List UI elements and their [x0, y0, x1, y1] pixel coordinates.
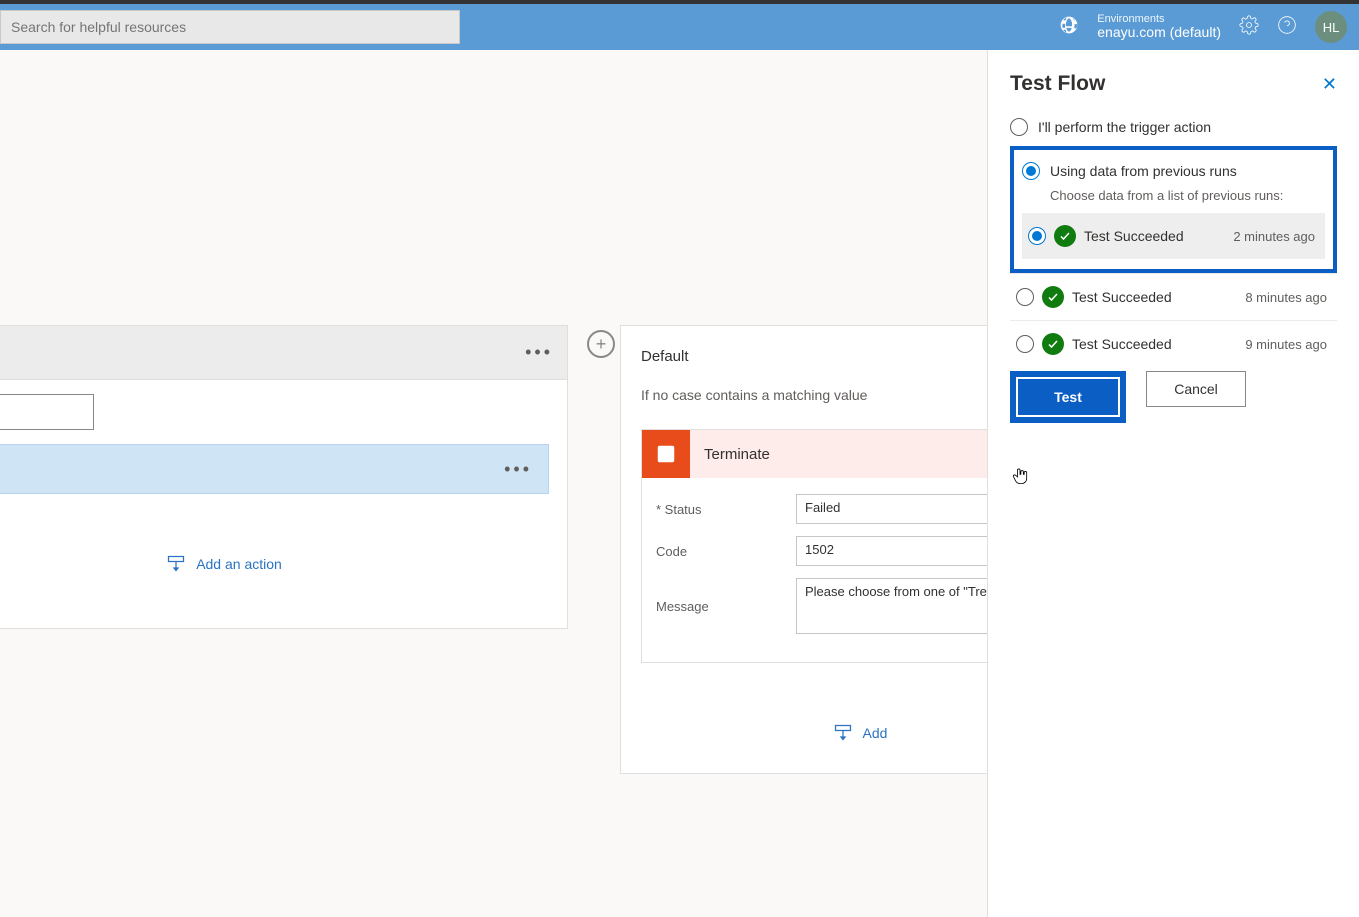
code-label: Code	[656, 544, 796, 559]
option-manual[interactable]: I'll perform the trigger action	[1010, 114, 1337, 140]
run-time: 9 minutes ago	[1245, 337, 1327, 352]
environment-label: Environments	[1097, 13, 1221, 25]
terminate-label: Terminate	[690, 446, 770, 463]
top-bar: Environments enayu.com (default) HL	[0, 0, 1359, 50]
panel-title: Test Flow	[1010, 72, 1105, 96]
success-icon	[1042, 286, 1064, 308]
success-icon	[1042, 333, 1064, 355]
more-icon[interactable]: •••	[504, 459, 532, 480]
trello-action-row[interactable]: e a card •••	[0, 444, 549, 494]
run-label: Test Succeeded	[1072, 289, 1237, 305]
environment-icon	[1059, 15, 1079, 40]
top-right-cluster: Environments enayu.com (default) HL	[1059, 11, 1347, 43]
insert-step-icon	[833, 723, 853, 743]
environment-selector[interactable]: Environments enayu.com (default)	[1097, 13, 1221, 40]
run-time: 2 minutes ago	[1233, 229, 1315, 244]
run-label: Test Succeeded	[1084, 228, 1225, 244]
run-item[interactable]: Test Succeeded 2 minutes ago	[1022, 213, 1325, 259]
add-action-label: Add	[863, 725, 888, 741]
test-flow-panel: Test Flow ✕ I'll perform the trigger act…	[987, 50, 1359, 917]
terminate-icon	[642, 430, 690, 478]
cancel-button[interactable]: Cancel	[1146, 371, 1246, 407]
radio-icon	[1028, 227, 1046, 245]
close-icon[interactable]: ✕	[1322, 74, 1337, 95]
search-input[interactable]	[11, 19, 449, 35]
option-previous-subtext: Choose data from a list of previous runs…	[1050, 188, 1325, 203]
case-value-input[interactable]	[0, 394, 94, 430]
more-icon[interactable]: •••	[525, 342, 553, 363]
run-item[interactable]: Test Succeeded 8 minutes ago	[1010, 273, 1337, 320]
message-label: Message	[656, 599, 796, 614]
insert-step-icon	[166, 554, 186, 574]
radio-icon	[1010, 118, 1028, 136]
option-manual-label: I'll perform the trigger action	[1038, 119, 1211, 135]
add-action-label: Add an action	[196, 556, 282, 572]
settings-icon[interactable]	[1239, 15, 1259, 40]
environment-name: enayu.com (default)	[1097, 25, 1221, 40]
run-item[interactable]: Test Succeeded 9 minutes ago	[1010, 320, 1337, 367]
add-branch-icon[interactable]: +	[587, 330, 615, 358]
option-previous-runs[interactable]: Using data from previous runs	[1022, 158, 1325, 184]
run-time: 8 minutes ago	[1245, 290, 1327, 305]
option-previous-label: Using data from previous runs	[1050, 163, 1237, 179]
test-button[interactable]: Test	[1018, 379, 1118, 415]
success-icon	[1054, 225, 1076, 247]
radio-icon	[1016, 335, 1034, 353]
search-input-container[interactable]	[0, 10, 460, 44]
highlighted-test-button: Test	[1010, 371, 1126, 423]
help-icon[interactable]	[1277, 15, 1297, 40]
radio-icon	[1016, 288, 1034, 306]
highlighted-previous-runs: Using data from previous runs Choose dat…	[1010, 146, 1337, 273]
flow-canvas[interactable]: ••• e a card ••• Add an action + Default…	[0, 50, 1359, 917]
case-card-header[interactable]: •••	[0, 326, 567, 380]
avatar[interactable]: HL	[1315, 11, 1347, 43]
run-label: Test Succeeded	[1072, 336, 1237, 352]
status-label: * Status	[656, 502, 796, 517]
add-action-button[interactable]: Add an action	[0, 494, 549, 604]
radio-icon	[1022, 162, 1040, 180]
case-card: ••• e a card ••• Add an action	[0, 325, 568, 629]
